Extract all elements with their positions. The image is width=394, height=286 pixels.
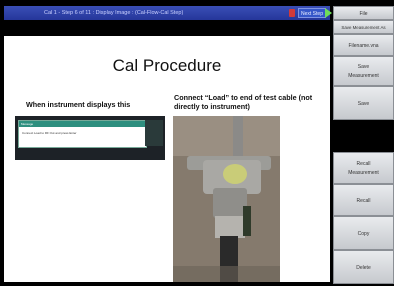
softkey-panel: File Save Measurement As Filename.vna Sa… xyxy=(333,6,394,286)
save-measurement-label-1: Save xyxy=(357,64,370,70)
mini-dialog-text: Connect Load to RF Out and press Enter xyxy=(22,131,77,135)
save-label: Save xyxy=(357,101,370,107)
recall-measurement-label-1: Recall xyxy=(356,161,371,167)
mini-dialog-header: Message xyxy=(19,121,146,127)
recall-measurement-softkey[interactable]: Recall Measurement xyxy=(333,152,394,184)
delete-label: Delete xyxy=(356,265,371,271)
window-title: Cal 1 - Step 6 of 11 : Display Image : (… xyxy=(44,10,184,16)
caption-left: When instrument displays this xyxy=(26,100,131,109)
save-softkey[interactable]: Save xyxy=(333,86,394,120)
copy-softkey[interactable]: Copy xyxy=(333,216,394,250)
cable-load-photo xyxy=(173,116,280,282)
bottom-strip xyxy=(4,282,330,286)
lock-icon xyxy=(289,9,295,17)
delete-softkey[interactable]: Delete xyxy=(333,250,394,284)
mini-dialog: Message Connect Load to RF Out and press… xyxy=(18,120,147,148)
mini-side-strip xyxy=(145,120,163,146)
header-strip xyxy=(4,20,330,36)
next-step-button[interactable]: Next Step xyxy=(298,8,326,18)
save-measurement-as-label: Save Measurement As xyxy=(341,25,386,30)
slide-title: Cal Procedure xyxy=(112,56,222,75)
next-arrow-icon[interactable] xyxy=(325,8,332,18)
instrument-screen: Cal 1 - Step 6 of 11 : Display Image : (… xyxy=(0,0,394,286)
procedure-slide: Cal Procedure When instrument displays t… xyxy=(4,36,330,282)
cable-photo-illustration xyxy=(173,116,280,282)
copy-label: Copy xyxy=(357,231,370,237)
filename-label: Filename.vna xyxy=(348,43,379,49)
recall-label: Recall xyxy=(356,198,371,204)
save-measurement-softkey[interactable]: Save Measurement xyxy=(333,56,394,86)
file-label: File xyxy=(359,11,368,17)
save-measurement-label-2: Measurement xyxy=(348,73,379,79)
filename-softkey[interactable]: Filename.vna xyxy=(333,34,394,56)
file-softkey[interactable]: File xyxy=(333,6,394,20)
title-bar: Cal 1 - Step 6 of 11 : Display Image : (… xyxy=(4,6,332,20)
softkey-gap xyxy=(333,120,394,152)
caption-right: Connect “Load” to end of test cable (not… xyxy=(174,93,313,111)
recall-softkey[interactable]: Recall xyxy=(333,184,394,216)
recall-measurement-label-2: Measurement xyxy=(348,170,379,176)
instrument-screenshot-image: Message Connect Load to RF Out and press… xyxy=(15,116,165,160)
save-measurement-as-softkey[interactable]: Save Measurement As xyxy=(333,20,394,34)
